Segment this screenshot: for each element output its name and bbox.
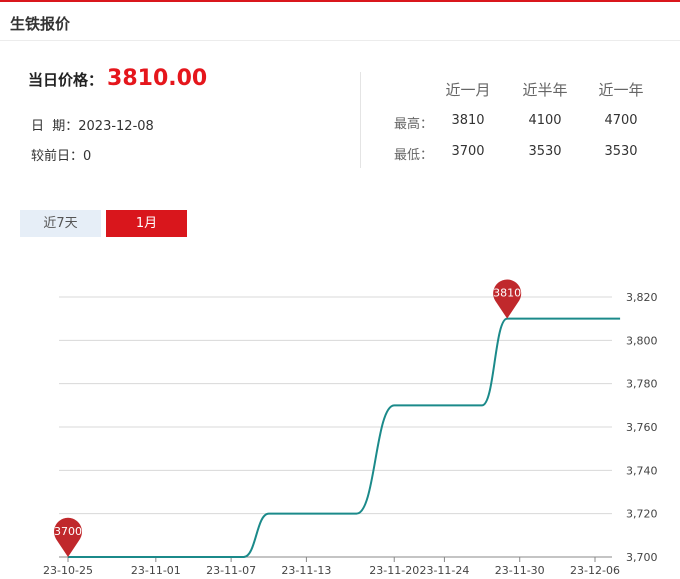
x-tick-label: 23-11-30 [495, 564, 545, 577]
x-tick-label: 23-11-01 [131, 564, 181, 577]
x-tick-label: 23-11-07 [206, 564, 256, 577]
marker-label: 3700 [54, 525, 82, 538]
x-tick-label: 23-11-20 [369, 564, 419, 577]
y-tick-label: 3,800 [626, 334, 658, 347]
x-tick-label: 23-10-25 [43, 564, 93, 577]
y-tick-label: 3,740 [626, 464, 658, 477]
y-tick-label: 3,720 [626, 508, 658, 521]
y-tick-label: 3,760 [626, 421, 658, 434]
price-line-chart: 3,700 3,720 3,740 3,760 3,780 3,800 3,820 23-10… [43, 279, 658, 577]
x-tick-label: 23-12-06 [570, 564, 620, 577]
price-series-line [68, 317, 621, 558]
y-tick-label: 3,780 [626, 378, 658, 391]
y-tick-label: 3,700 [626, 551, 658, 564]
x-tick-label: 23-11-13 [281, 564, 331, 577]
y-tick-label: 3,820 [626, 291, 658, 304]
x-tick-label: 23-11-24 [419, 564, 469, 577]
marker-label: 3810 [493, 287, 521, 300]
